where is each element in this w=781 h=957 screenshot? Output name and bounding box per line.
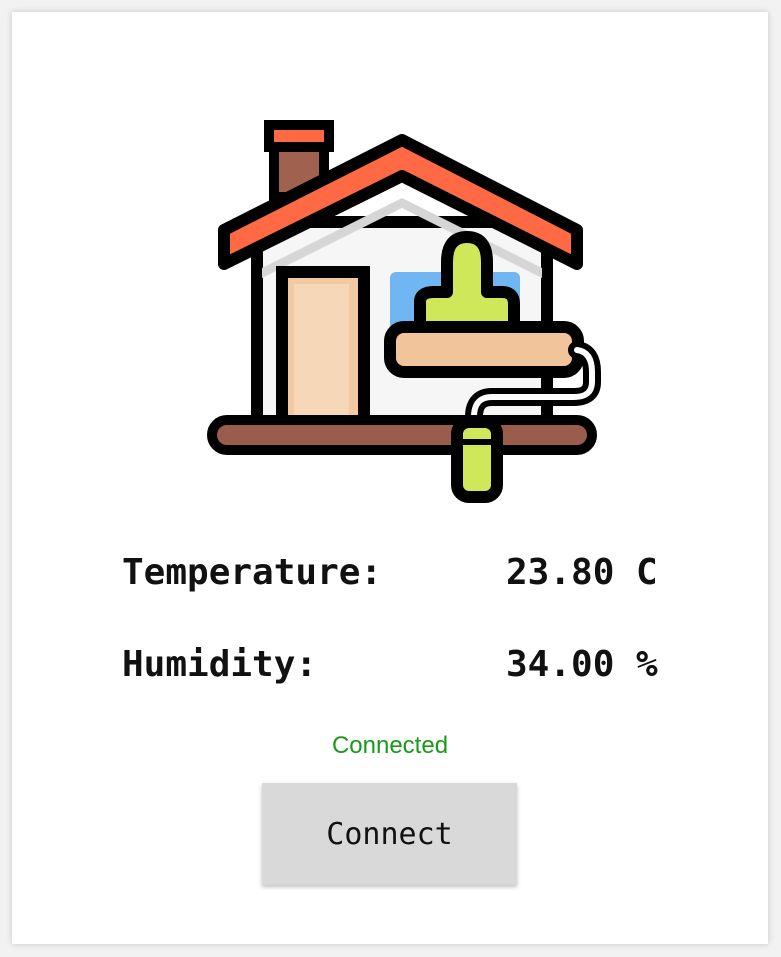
humidity-value: 34.00 % xyxy=(506,644,658,685)
house-paint-roller-icon xyxy=(207,120,601,503)
connect-button[interactable]: Connect xyxy=(262,783,517,885)
humidity-label: Humidity: xyxy=(122,644,318,685)
connection-status: Connected xyxy=(331,732,449,759)
main-card: Temperature: 23.80 C Humidity: 34.00 % C… xyxy=(12,12,768,944)
temperature-value: 23.80 C xyxy=(506,552,658,593)
temperature-label: Temperature: xyxy=(122,552,383,593)
